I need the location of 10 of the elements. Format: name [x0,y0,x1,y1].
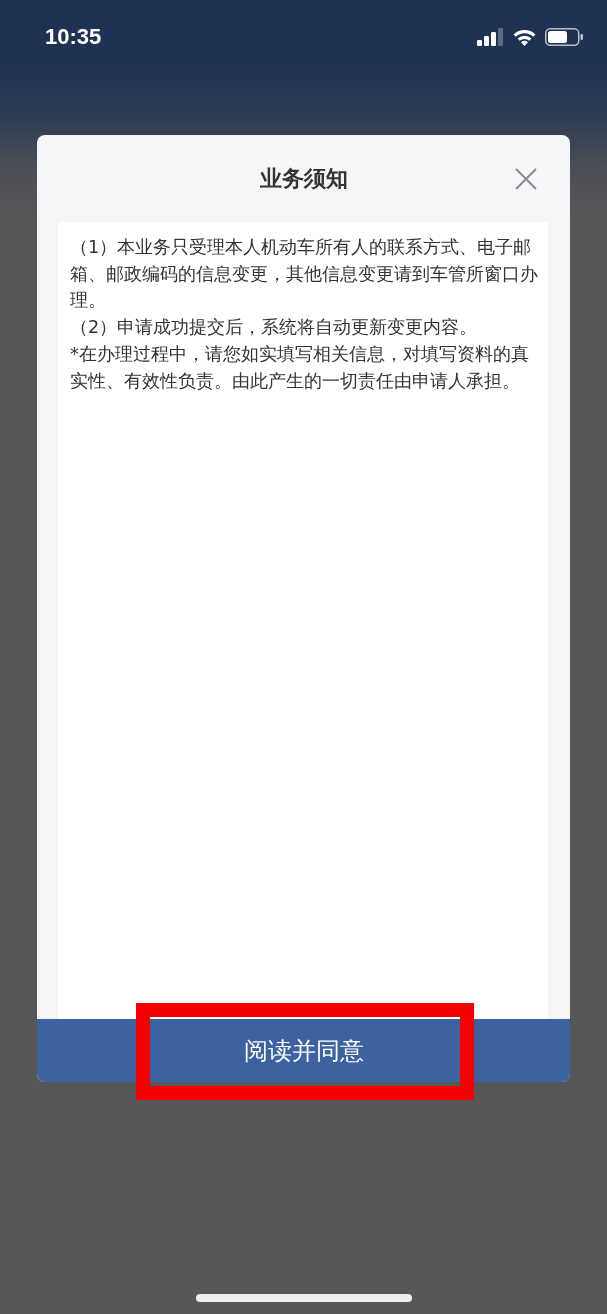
notice-paragraph: （1）本业务只受理本人机动车所有人的联系方式、电子邮箱、邮政编码的信息变更，其他信息变更请到车管所窗口办理。 [70,236,539,313]
status-time: 10:35 [45,24,102,50]
dialog-title: 业务须知 [259,164,348,193]
notice-paragraph: *在办理过程中，请您如实填写相关信息，对填写资料的真实性、有效性负责。由此产生的一切责任由申请人承担。 [70,342,530,393]
close-icon[interactable] [515,168,537,190]
signal-icon [477,28,504,46]
notice-paragraph: （2）申请成功提交后，系统将自动更新变更内容。 [70,316,479,340]
wifi-icon [513,28,536,46]
battery-icon [545,28,583,46]
agree-button[interactable]: 阅读并同意 [37,1019,570,1082]
